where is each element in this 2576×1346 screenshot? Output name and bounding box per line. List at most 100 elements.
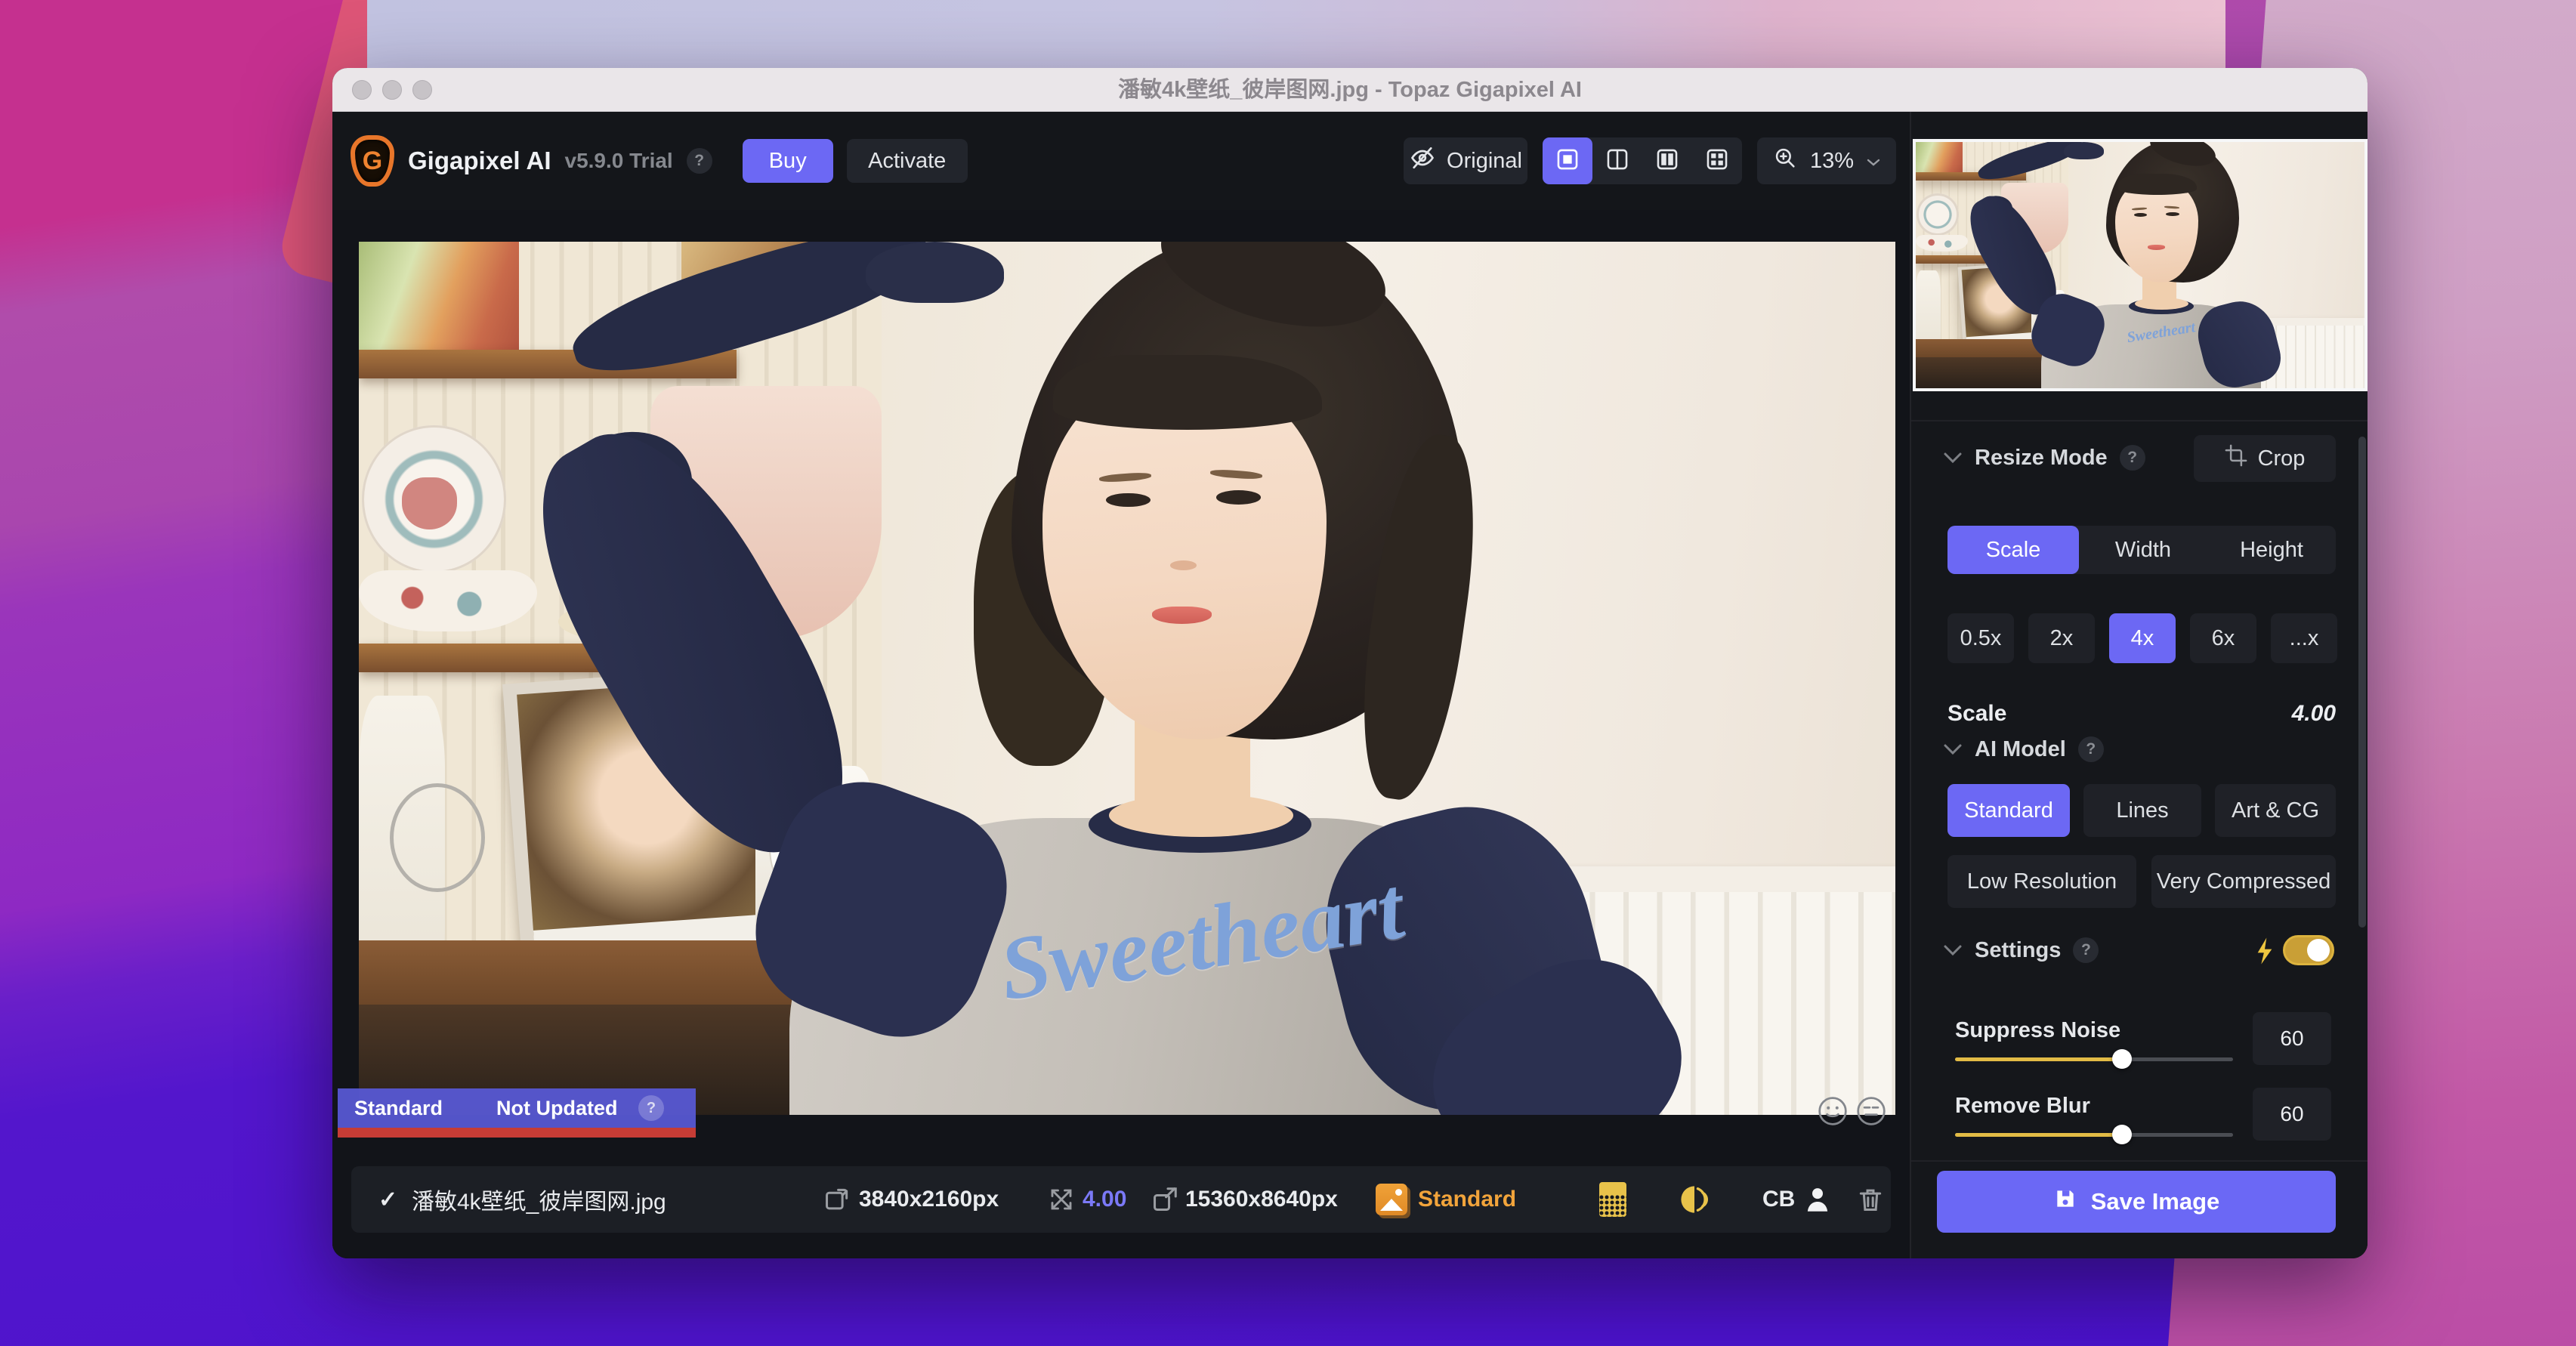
suppress-noise-value[interactable]: 60 (2253, 1012, 2331, 1065)
badge-status-label: Not Updated (496, 1088, 617, 1128)
split-view-icon (1605, 147, 1630, 176)
model-very-compressed-button[interactable]: Very Compressed (2151, 855, 2336, 908)
suppress-noise-label: Suppress Noise (1955, 1018, 2120, 1043)
lightning-icon (2254, 937, 2275, 969)
original-label: Original (1447, 149, 1522, 174)
photo-hand (866, 242, 1004, 303)
slider-knob[interactable] (2112, 1049, 2132, 1069)
badge-help-icon[interactable]: ? (638, 1095, 664, 1121)
photo-hairline (1053, 355, 1322, 429)
photo-poster (359, 242, 519, 352)
scale-value-label: Scale (1947, 701, 2006, 727)
tab-height[interactable]: Height (2207, 526, 2336, 574)
tab-width[interactable]: Width (2079, 526, 2207, 574)
model-chip-icon (1376, 1166, 1407, 1233)
crop-icon (2225, 444, 2247, 473)
output-size: 15360x8640px (1185, 1166, 1338, 1233)
buy-button[interactable]: Buy (743, 139, 833, 183)
chevron-down-icon (1866, 149, 1881, 174)
app-help-icon[interactable]: ? (687, 148, 712, 174)
noise-setting-icon[interactable] (1599, 1166, 1626, 1233)
person-icon (1802, 1184, 1833, 1215)
neutral-face-icon (1855, 1095, 1887, 1127)
scale-value-field[interactable]: 4.00 (2229, 701, 2336, 727)
badge-progress-bar (338, 1128, 696, 1138)
crop-button[interactable]: Crop (2194, 435, 2336, 482)
side-by-side-view-icon (1654, 147, 1680, 176)
view-side-by-side-button[interactable] (1642, 137, 1692, 184)
model-low-resolution-button[interactable]: Low Resolution (1947, 855, 2136, 908)
factor-custom-button[interactable]: ...x (2271, 613, 2337, 663)
settings-help-icon[interactable]: ? (2073, 937, 2099, 963)
navigator-thumbnail[interactable]: Sweetheart (1913, 139, 2368, 391)
chevron-down-icon[interactable] (1943, 944, 1963, 956)
show-original-button[interactable]: Original (1404, 137, 1527, 184)
remove-blur-slider[interactable] (1955, 1133, 2233, 1137)
factor-2x-button[interactable]: 2x (2028, 613, 2095, 663)
output-size-icon (1151, 1166, 1179, 1233)
input-size: 3840x2160px (859, 1166, 999, 1233)
file-name: 潘敏4k壁纸_彼岸图网.jpg (412, 1166, 666, 1233)
model-name: Standard (1418, 1166, 1516, 1233)
view-split-button[interactable] (1592, 137, 1642, 184)
zoom-control[interactable]: 13% (1757, 137, 1896, 184)
resize-mode-title: Resize Mode (1975, 446, 2108, 471)
slider-fill (1955, 1057, 2122, 1061)
settings-header: Settings ? (1943, 934, 2099, 967)
remove-file-button[interactable] (1856, 1166, 1885, 1233)
sidebar-divider (1911, 420, 2368, 421)
image-canvas: Sweetheart Standard Not Updated ? (332, 210, 1910, 1258)
factor-6x-button[interactable]: 6x (2190, 613, 2256, 663)
zoom-level: 13% (1810, 149, 1854, 174)
sidebar-scrollbar[interactable] (2358, 437, 2366, 928)
toggle-knob (2307, 939, 2330, 962)
photo-preview[interactable]: Sweetheart (359, 242, 1895, 1115)
feedback-happy-button[interactable] (1817, 1095, 1849, 1127)
crop-label: Crop (2258, 446, 2306, 471)
model-lines-button[interactable]: Lines (2083, 784, 2201, 837)
slider-fill (1955, 1133, 2122, 1137)
trash-icon (1856, 1185, 1885, 1214)
save-image-button[interactable]: Save Image (1937, 1171, 2336, 1233)
scale-factor: 4.00 (1083, 1166, 1126, 1233)
thumb-poster (1916, 142, 1963, 173)
photo-eye-left (1106, 493, 1151, 507)
eye-off-icon (1409, 144, 1436, 178)
user-initials: CB (1762, 1166, 1795, 1233)
slider-knob[interactable] (2112, 1125, 2132, 1144)
factor-4x-button[interactable]: 4x (2109, 613, 2176, 663)
wallpaper-top-band (367, 0, 2225, 73)
user-button[interactable] (1802, 1166, 1833, 1233)
model-standard-button[interactable]: Standard (1947, 784, 2070, 837)
ai-model-header: AI Model ? (1943, 733, 2104, 766)
model-status-badge: Standard Not Updated ? (338, 1088, 696, 1138)
thumb-hairline (2118, 174, 2197, 195)
model-art-cg-button[interactable]: Art & CG (2215, 784, 2336, 837)
photo-collar-inner (1109, 794, 1293, 838)
view-single-button[interactable] (1543, 137, 1592, 184)
chevron-down-icon[interactable] (1943, 743, 1963, 755)
view-quad-button[interactable] (1692, 137, 1742, 184)
chevron-down-icon[interactable] (1943, 452, 1963, 464)
factor-0-5x-button[interactable]: 0.5x (1947, 613, 2014, 663)
window-title: 潘敏4k壁纸_彼岸图网.jpg - Topaz Gigapixel AI (332, 68, 2368, 112)
desktop: 潘敏4k壁纸_彼岸图网.jpg - Topaz Gigapixel AI G G… (0, 0, 2576, 1346)
topaz-logo-icon: G (351, 135, 394, 187)
resize-help-icon[interactable]: ? (2120, 445, 2145, 471)
activate-button[interactable]: Activate (847, 139, 968, 183)
tab-scale[interactable]: Scale (1947, 526, 2079, 574)
input-size-icon (823, 1166, 851, 1233)
badge-model-label: Standard (354, 1088, 443, 1128)
app-body: G Gigapixel AI v5.9.0 Trial ? Buy Activa… (332, 112, 2368, 1258)
remove-blur-value[interactable]: 60 (2253, 1088, 2331, 1141)
suppress-noise-slider[interactable] (1955, 1057, 2233, 1061)
thumb-hand (2064, 142, 2104, 159)
feedback-neutral-button[interactable] (1855, 1095, 1887, 1127)
auto-settings-toggle[interactable] (2283, 935, 2334, 965)
thumb-dish (1916, 235, 1968, 252)
single-view-icon (1555, 147, 1580, 176)
dither-icon (1599, 1182, 1626, 1217)
blur-setting-icon[interactable] (1678, 1166, 1711, 1233)
ai-model-help-icon[interactable]: ? (2078, 736, 2104, 762)
sidebar: Sweetheart Resize Mode ? Crop (1910, 112, 2368, 1258)
